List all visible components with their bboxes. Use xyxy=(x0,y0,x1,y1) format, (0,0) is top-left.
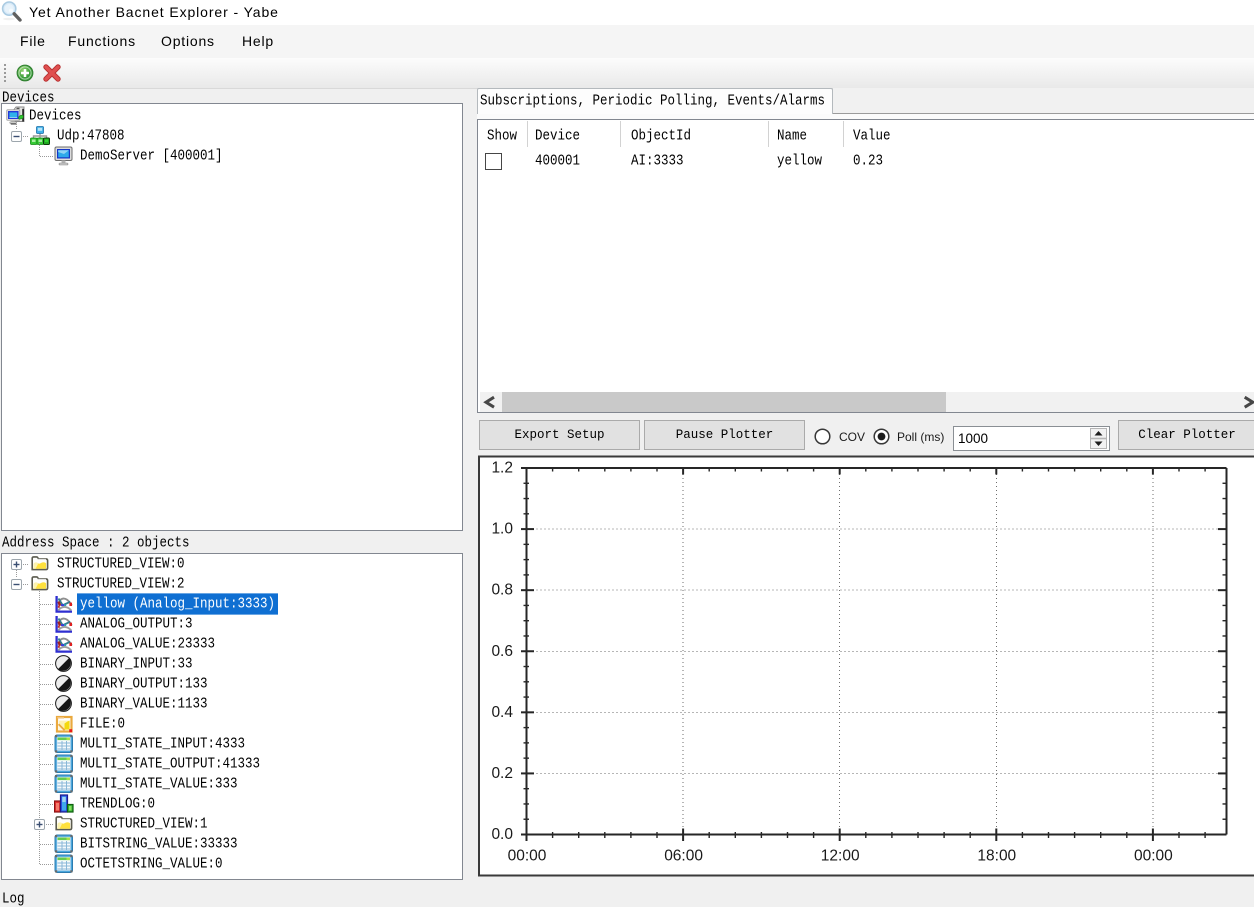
svg-text:0.8: 0.8 xyxy=(491,582,513,599)
svg-text:06:00: 06:00 xyxy=(664,848,703,865)
svg-text:0.6: 0.6 xyxy=(491,643,513,660)
svg-text:0.2: 0.2 xyxy=(491,765,513,782)
svg-text:1.2: 1.2 xyxy=(491,460,513,477)
svg-text:1.0: 1.0 xyxy=(491,521,513,538)
svg-text:18:00: 18:00 xyxy=(977,848,1016,865)
svg-text:12:00: 12:00 xyxy=(821,848,860,865)
svg-text:00:00: 00:00 xyxy=(508,848,547,865)
svg-text:0.0: 0.0 xyxy=(491,826,513,843)
svg-text:00:00: 00:00 xyxy=(1134,848,1173,865)
svg-text:0.4: 0.4 xyxy=(491,704,513,721)
